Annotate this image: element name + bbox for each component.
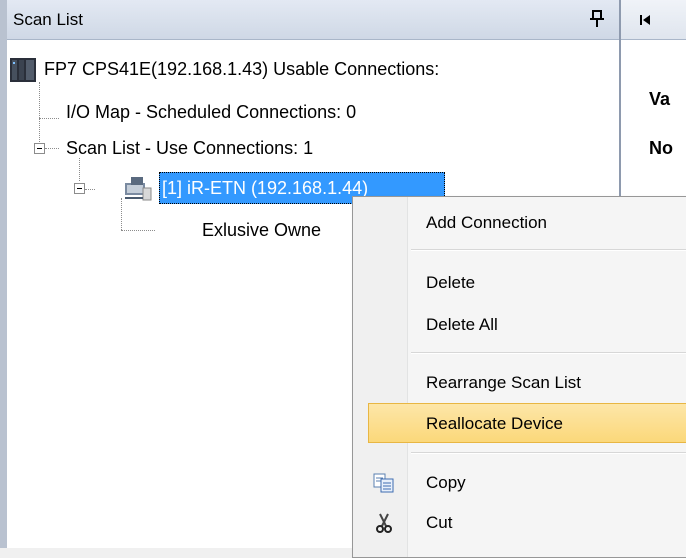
tree-item-io-map[interactable]: I/O Map - Scheduled Connections: 0 — [66, 102, 356, 123]
tree-item-scan-list[interactable]: Scan List - Use Connections: 1 — [66, 138, 313, 159]
plc-device-icon — [9, 56, 37, 89]
tree-root-label[interactable]: FP7 CPS41E(192.168.1.43) Usable Connecti… — [44, 59, 439, 80]
device-label: [1] iR-ETN (192.168.1.44) — [162, 178, 369, 198]
menu-separator — [411, 452, 686, 454]
context-menu: Add Connection Delete Delete All Rearran… — [352, 196, 686, 558]
tree-connector — [39, 118, 59, 119]
tree-connector — [85, 189, 95, 190]
collapse-icon[interactable] — [74, 183, 85, 194]
tree-connector — [121, 230, 155, 231]
collapse-icon[interactable] — [34, 143, 45, 154]
tree-connector — [39, 82, 40, 118]
pin-icon[interactable] — [589, 9, 605, 29]
network-device-icon — [123, 174, 153, 207]
menu-item-delete-all[interactable]: Delete All — [353, 305, 686, 345]
tree-item-exclusive-owner[interactable]: Exlusive Owne — [202, 220, 321, 241]
property-label: No — [649, 138, 673, 158]
tree-connector — [79, 158, 80, 181]
menu-item-copy[interactable]: Copy — [353, 463, 686, 503]
pane-header: Scan List — [7, 0, 619, 40]
copy-icon — [373, 473, 395, 493]
menu-item-reallocate-device[interactable]: Reallocate Device — [368, 403, 686, 443]
left-edge-strip — [0, 0, 7, 548]
tree-connector — [39, 118, 40, 142]
properties-toolbar — [621, 0, 686, 40]
cut-icon — [373, 513, 395, 533]
menu-separator — [411, 249, 686, 251]
menu-item-rearrange-scan-list[interactable]: Rearrange Scan List — [353, 363, 686, 403]
first-record-icon[interactable] — [639, 13, 651, 31]
tree-connector — [45, 148, 59, 149]
menu-item-add-connection[interactable]: Add Connection — [353, 203, 686, 243]
property-label: Va — [649, 89, 671, 109]
menu-item-delete[interactable]: Delete — [353, 263, 686, 303]
pane-title: Scan List — [13, 10, 83, 29]
menu-separator — [411, 352, 686, 354]
tree-connector — [121, 198, 122, 230]
menu-item-cut[interactable]: Cut — [353, 503, 686, 543]
